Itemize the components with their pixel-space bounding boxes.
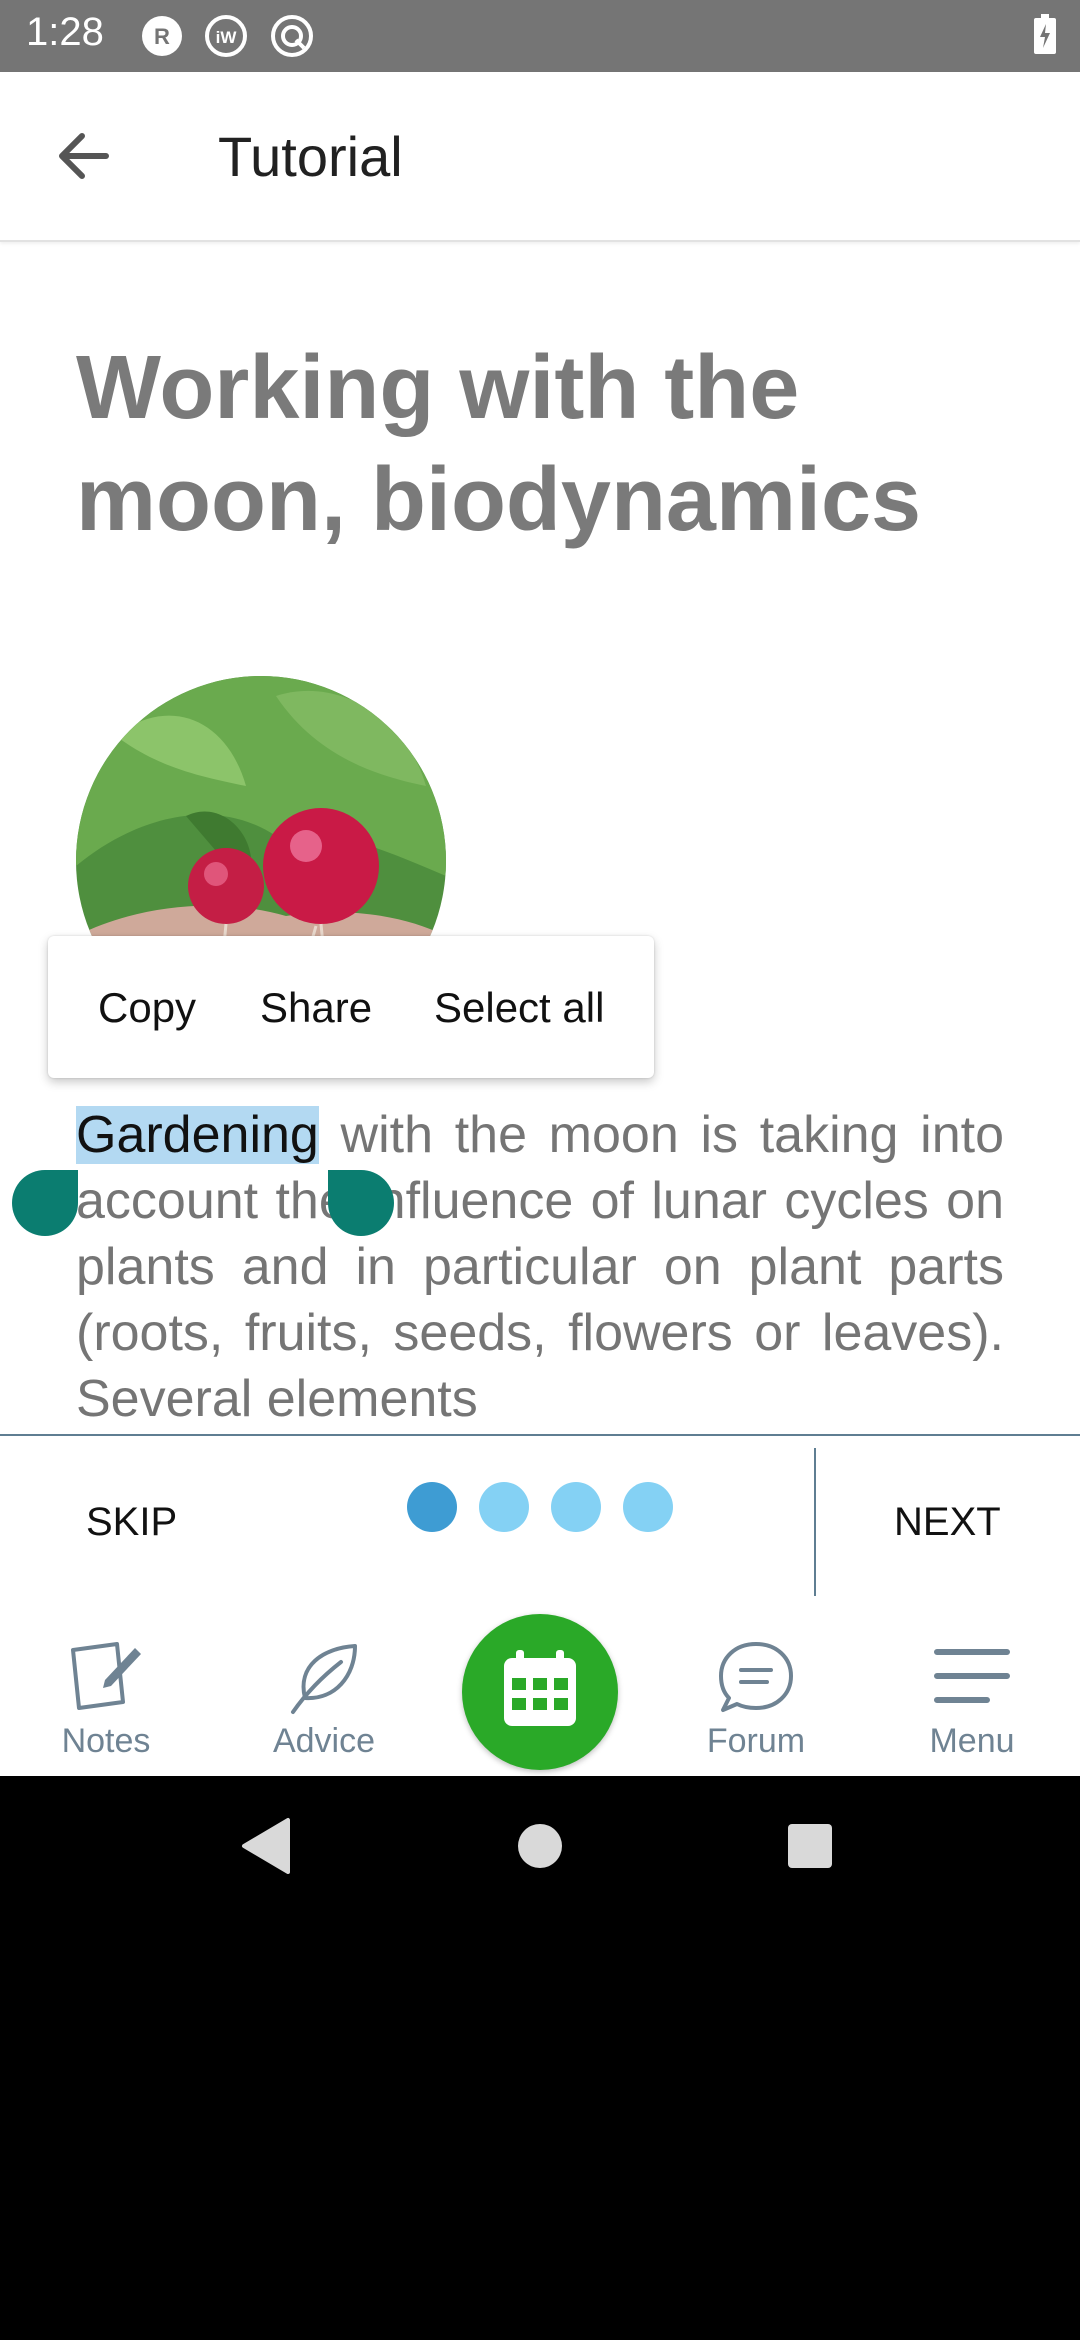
page-indicator-dot-2 bbox=[479, 1482, 529, 1532]
skip-button[interactable]: SKIP bbox=[86, 1500, 177, 1545]
nav-label-forum: Forum bbox=[706, 1722, 806, 1760]
battery-charging-icon bbox=[1034, 14, 1056, 54]
status-bar: 1:28 R iW bbox=[0, 0, 1080, 72]
page-indicator-dot-4 bbox=[623, 1482, 673, 1532]
tutorial-content[interactable]: Working with the moon, biodynamics Garde… bbox=[0, 242, 1080, 1434]
article-headline: Working with the moon, biodynamics bbox=[76, 338, 922, 550]
system-navigation-bar bbox=[0, 1776, 1080, 1916]
svg-text:R: R bbox=[154, 24, 170, 49]
system-home-icon[interactable] bbox=[502, 1808, 578, 1884]
page-indicator-dot-1 bbox=[407, 1482, 457, 1532]
copy-menu-item[interactable]: Copy bbox=[98, 984, 196, 1032]
nav-item-forum[interactable]: Forum bbox=[666, 1628, 846, 1768]
nav-item-notes[interactable]: Notes bbox=[16, 1628, 196, 1768]
nav-label-menu: Menu bbox=[929, 1722, 1015, 1760]
system-recents-icon[interactable] bbox=[772, 1808, 848, 1884]
selection-start-handle[interactable] bbox=[12, 1170, 78, 1236]
app-screen: 1:28 R iW Tutorial Working with the moon… bbox=[0, 0, 1080, 1776]
iw-badge-icon: iW bbox=[205, 15, 247, 57]
nav-item-menu[interactable]: Menu bbox=[882, 1628, 1062, 1768]
nav-label-notes: Notes bbox=[61, 1722, 151, 1760]
status-time: 1:28 bbox=[26, 10, 104, 54]
tutorial-footer: SKIP NEXT bbox=[0, 1434, 1080, 1606]
selection-end-handle[interactable] bbox=[328, 1170, 394, 1236]
selected-text[interactable]: Gardening bbox=[76, 1106, 319, 1164]
system-back-icon[interactable] bbox=[230, 1808, 306, 1884]
next-button[interactable]: NEXT bbox=[894, 1500, 1001, 1545]
page-indicator-dot-3 bbox=[551, 1482, 601, 1532]
select-all-menu-item[interactable]: Select all bbox=[434, 984, 604, 1032]
arrow-back-icon[interactable] bbox=[40, 112, 128, 200]
footer-divider bbox=[814, 1448, 816, 1596]
r-badge-icon: R bbox=[142, 16, 182, 56]
calendar-icon bbox=[504, 1650, 576, 1726]
article-body[interactable]: Gardening with the moon is taking into a… bbox=[76, 1102, 1004, 1432]
text-selection-menu: Copy Share Select all bbox=[48, 936, 654, 1078]
share-menu-item[interactable]: Share bbox=[260, 984, 372, 1032]
svg-text:iW: iW bbox=[216, 28, 238, 47]
page-title: Tutorial bbox=[218, 125, 403, 188]
sync-badge-icon bbox=[271, 15, 313, 57]
nav-label-advice: Advice bbox=[272, 1722, 376, 1760]
hamburger-menu-icon bbox=[934, 1649, 1010, 1703]
bottom-navigation: Notes Advice Forum Menu bbox=[0, 1606, 1080, 1776]
notes-icon bbox=[71, 1642, 141, 1710]
calendar-button[interactable] bbox=[462, 1614, 618, 1770]
app-bar: Tutorial bbox=[0, 72, 1080, 242]
chat-bubble-icon bbox=[719, 1642, 793, 1712]
leaf-icon bbox=[291, 1644, 357, 1714]
nav-item-advice[interactable]: Advice bbox=[234, 1628, 414, 1768]
